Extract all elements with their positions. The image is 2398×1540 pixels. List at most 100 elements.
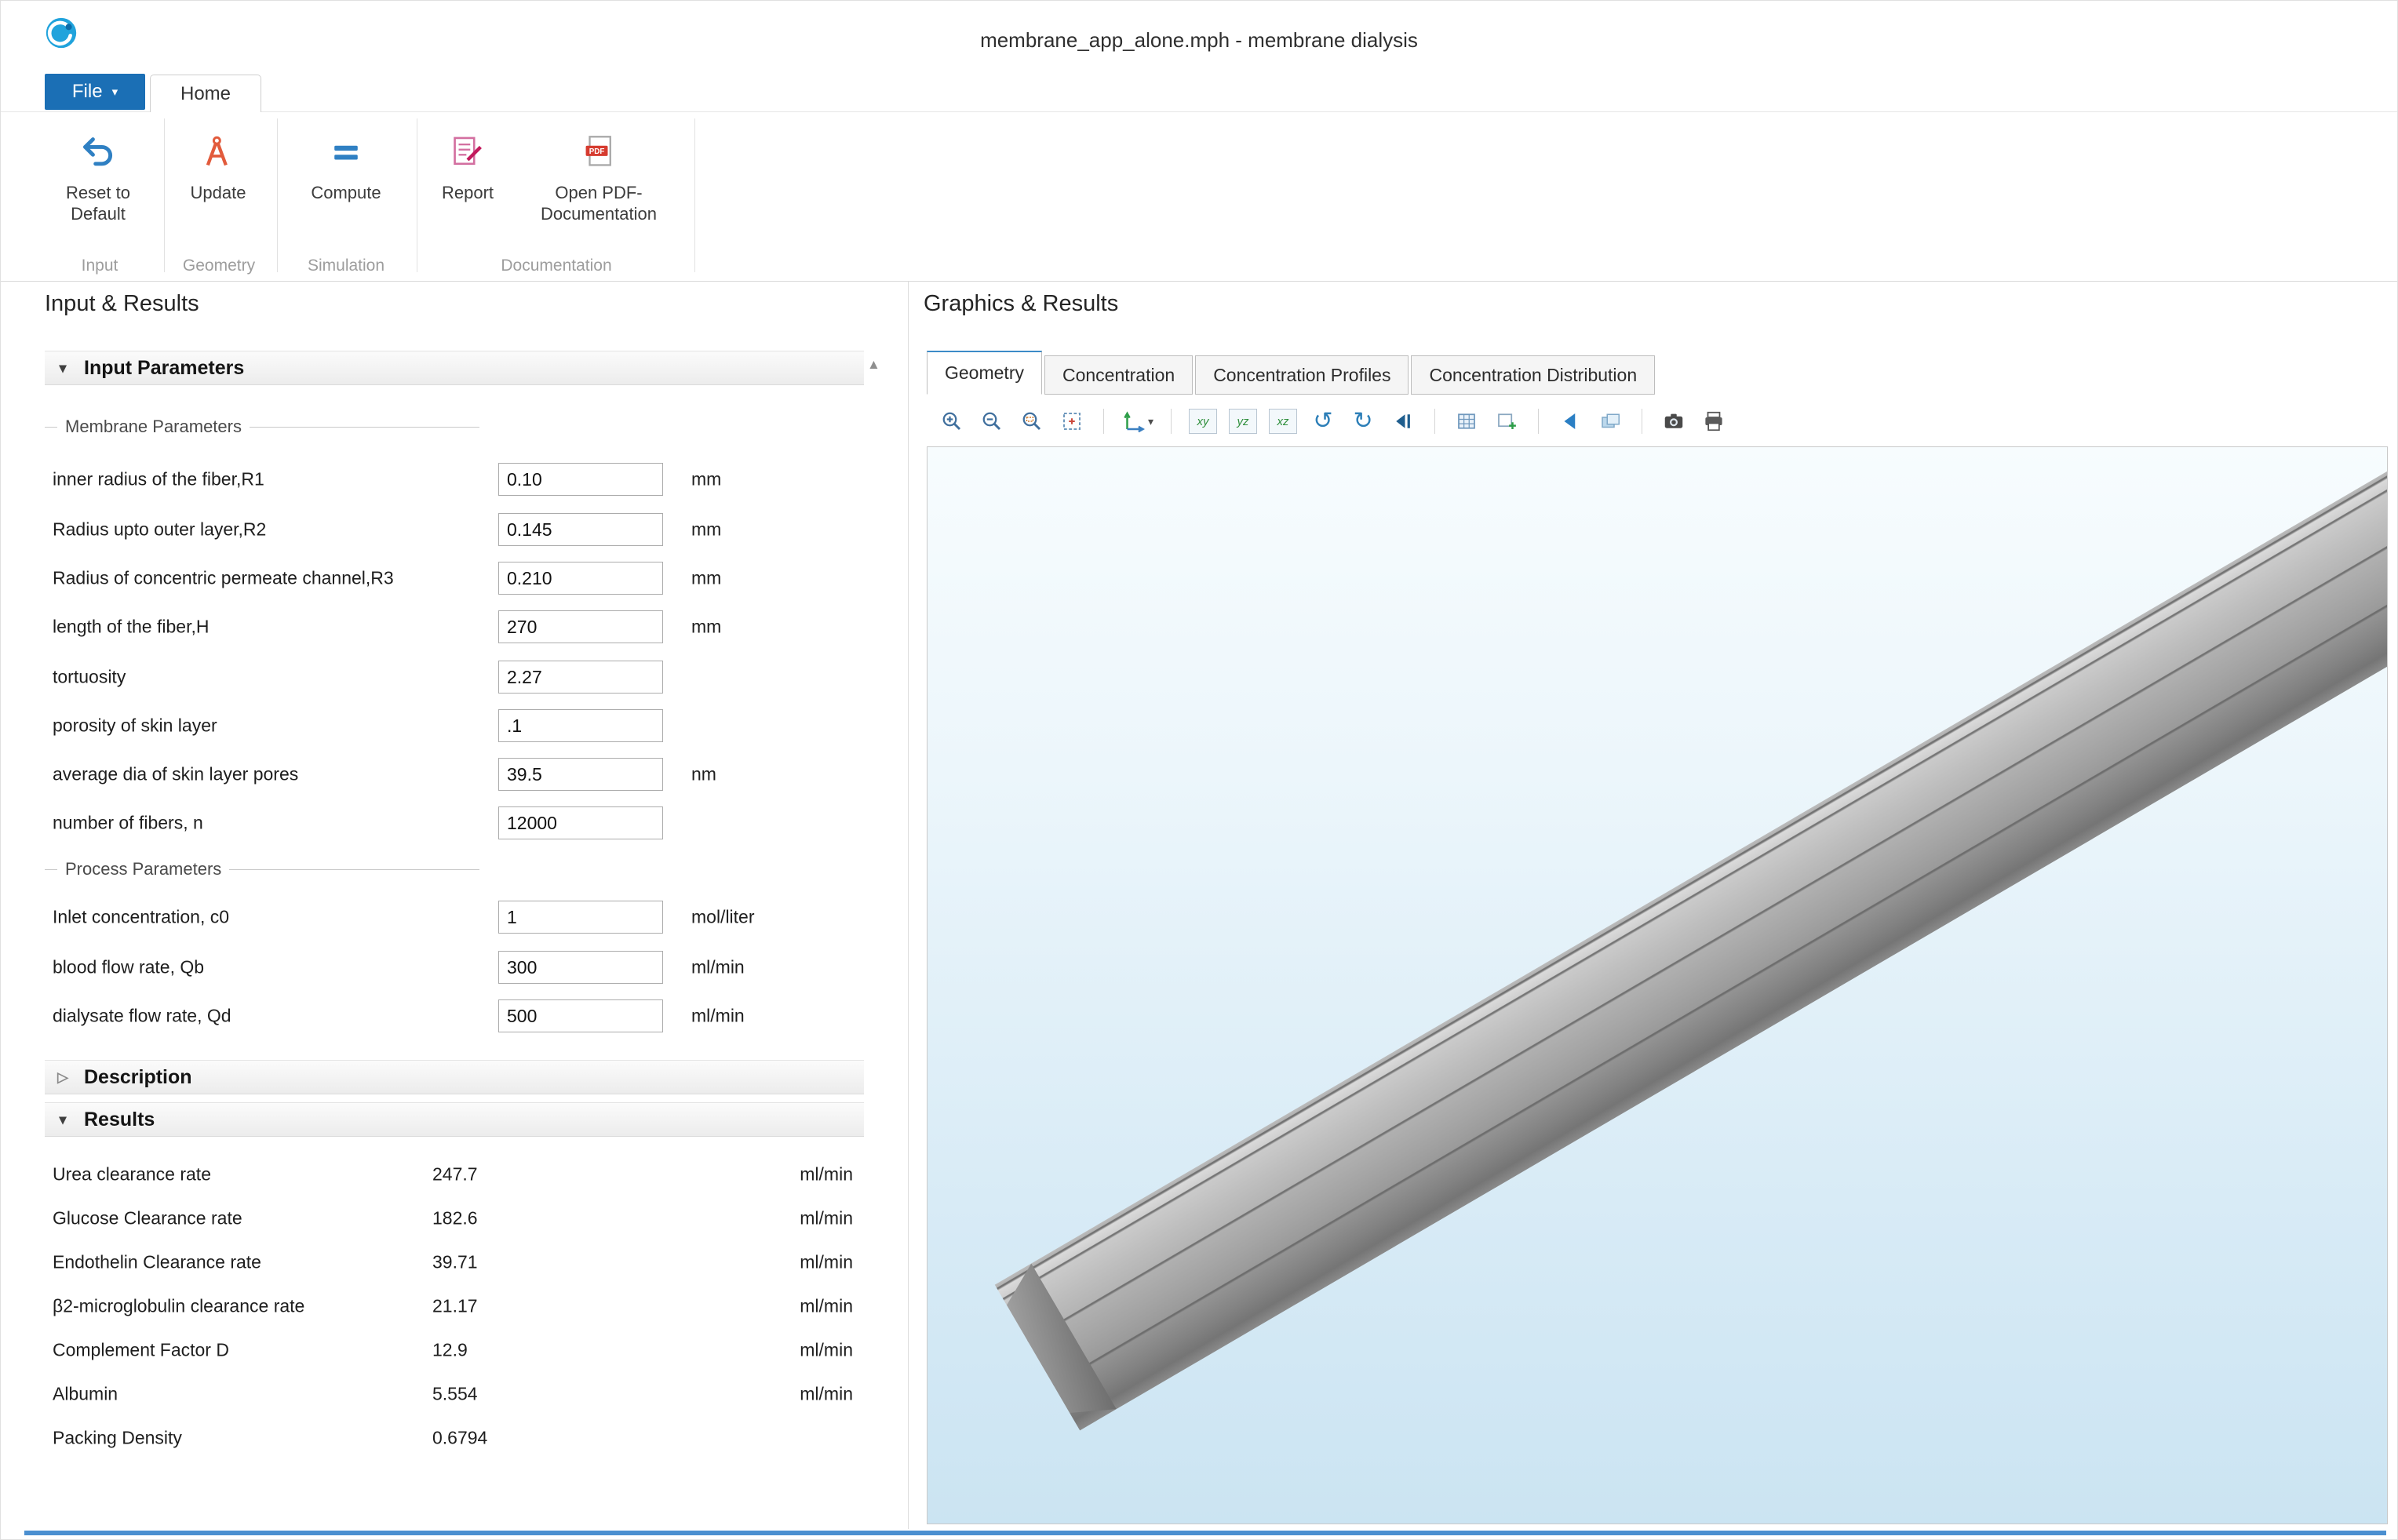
- param-row: Inlet concentration, c0 mol/liter: [1, 892, 905, 942]
- view-front-icon[interactable]: [1389, 407, 1417, 435]
- result-row: Albumin 5.554 ml/min: [1, 1372, 905, 1416]
- tab-concentration-distribution[interactable]: Concentration Distribution: [1411, 355, 1655, 395]
- ribbon-group-geometry: Geometry: [167, 257, 271, 275]
- param-input-pore-dia[interactable]: [498, 758, 663, 791]
- window-title: membrane_app_alone.mph - membrane dialys…: [1, 1, 2397, 79]
- update-button[interactable]: Update: [170, 134, 266, 203]
- view-xy-label: xy: [1197, 415, 1209, 428]
- param-unit: nm: [691, 764, 716, 785]
- membrane-parameters-group-label: Membrane Parameters: [65, 417, 242, 437]
- right-panel-title: Graphics & Results: [924, 291, 1118, 317]
- graphics-canvas[interactable]: [927, 446, 2388, 1524]
- param-unit: ml/min: [691, 1006, 745, 1027]
- svg-text:PDF: PDF: [589, 147, 605, 156]
- param-label: blood flow rate, Qb: [53, 957, 204, 978]
- zoom-box-icon[interactable]: [1018, 407, 1046, 435]
- section-header-results[interactable]: ▾ Results: [45, 1102, 864, 1137]
- title-bar: membrane_app_alone.mph - membrane dialys…: [1, 1, 2397, 71]
- param-input-qd[interactable]: [498, 999, 663, 1032]
- result-label: β2-microglobulin clearance rate: [53, 1296, 304, 1317]
- param-row: average dia of skin layer pores nm: [1, 749, 905, 799]
- param-input-qb[interactable]: [498, 951, 663, 984]
- section-header-input-parameters[interactable]: ▾ Input Parameters: [45, 351, 864, 385]
- param-row: Radius upto outer layer,R2 mm: [1, 504, 905, 555]
- view-yz-label: yz: [1237, 415, 1249, 428]
- zoom-in-icon[interactable]: [938, 407, 966, 435]
- group-rule: [45, 869, 57, 870]
- update-geometry-icon: [200, 134, 236, 174]
- param-input-porosity[interactable]: [498, 709, 663, 742]
- param-input-fibers[interactable]: [498, 806, 663, 839]
- show-grid-icon[interactable]: [1452, 407, 1481, 435]
- param-input-r3[interactable]: [498, 562, 663, 595]
- tab-concentration-profiles[interactable]: Concentration Profiles: [1195, 355, 1409, 395]
- file-menu-button[interactable]: File ▾: [45, 74, 145, 110]
- image-snapshot-icon[interactable]: [1660, 407, 1688, 435]
- result-label: Albumin: [53, 1384, 118, 1405]
- open-pdf-documentation-button[interactable]: PDF Open PDF-Documentation: [520, 134, 677, 224]
- transparency-icon[interactable]: [1596, 407, 1624, 435]
- ribbon-tab-row: File ▾ Home: [1, 71, 2397, 112]
- tab-concentration[interactable]: Concentration: [1044, 355, 1193, 395]
- tab-concentration-distribution-label: Concentration Distribution: [1429, 365, 1637, 386]
- rotate-counterclockwise-icon[interactable]: ↺: [1309, 407, 1337, 435]
- param-row: Radius of concentric permeate channel,R3…: [1, 553, 905, 603]
- section-header-description[interactable]: ▷ Description: [45, 1060, 864, 1094]
- param-unit: mol/liter: [691, 907, 755, 928]
- view-yz-icon[interactable]: yz: [1229, 409, 1257, 434]
- tab-concentration-profiles-label: Concentration Profiles: [1213, 365, 1390, 386]
- tab-concentration-label: Concentration: [1062, 365, 1175, 386]
- ribbon: Reset to Default Update Compute: [1, 112, 2397, 282]
- scene-light-icon[interactable]: [1556, 407, 1584, 435]
- description-header-label: Description: [84, 1066, 192, 1089]
- rotate-clockwise-icon[interactable]: ↻: [1349, 407, 1377, 435]
- result-unit: ml/min: [696, 1340, 853, 1361]
- add-plot-window-icon[interactable]: [1492, 407, 1521, 435]
- collapse-triangle-icon: ▾: [54, 360, 71, 377]
- param-label: number of fibers, n: [53, 813, 203, 834]
- app-window: membrane_app_alone.mph - membrane dialys…: [0, 0, 2398, 1540]
- print-icon[interactable]: [1700, 407, 1728, 435]
- pdf-icon: PDF: [581, 134, 617, 174]
- result-row: Endothelin Clearance rate 39.71 ml/min: [1, 1240, 905, 1284]
- tab-geometry[interactable]: Geometry: [927, 351, 1042, 395]
- toolbar-separator: [1103, 409, 1104, 434]
- view-xz-icon[interactable]: xz: [1269, 409, 1297, 434]
- results-header-label: Results: [84, 1109, 155, 1131]
- param-unit: mm: [691, 519, 721, 541]
- param-input-r1[interactable]: [498, 463, 663, 496]
- param-unit: ml/min: [691, 957, 745, 978]
- param-unit: mm: [691, 568, 721, 589]
- collapse-triangle-icon: ▾: [54, 1112, 71, 1128]
- file-caret-icon: ▾: [112, 86, 118, 98]
- zoom-extents-icon[interactable]: [1058, 407, 1086, 435]
- toolbar-separator: [1171, 409, 1172, 434]
- param-input-tortuosity[interactable]: [498, 661, 663, 694]
- result-row: Packing Density 0.6794: [1, 1416, 905, 1460]
- result-value: 5.554: [432, 1384, 478, 1405]
- ribbon-divider: [164, 118, 165, 272]
- report-button[interactable]: Report: [425, 134, 511, 203]
- param-row: dialysate flow rate, Qd ml/min: [1, 991, 905, 1041]
- group-rule: [229, 869, 479, 870]
- param-label: Radius of concentric permeate channel,R3: [53, 568, 394, 589]
- expand-triangle-icon: ▷: [54, 1069, 71, 1086]
- param-row: porosity of skin layer: [1, 701, 905, 751]
- param-input-c0[interactable]: [498, 901, 663, 934]
- result-label: Packing Density: [53, 1428, 182, 1449]
- compute-button[interactable]: Compute: [290, 134, 403, 203]
- reset-to-default-button[interactable]: Reset to Default: [45, 134, 151, 224]
- param-input-h[interactable]: [498, 610, 663, 643]
- ribbon-group-documentation: Documentation: [423, 257, 690, 275]
- panel-splitter[interactable]: [908, 282, 909, 1529]
- result-unit: ml/min: [696, 1384, 853, 1405]
- param-label: average dia of skin layer pores: [53, 764, 298, 785]
- zoom-out-icon[interactable]: [978, 407, 1006, 435]
- view-xy-icon[interactable]: xy: [1189, 409, 1217, 434]
- param-input-r2[interactable]: [498, 513, 663, 546]
- result-value: 12.9: [432, 1340, 468, 1361]
- tab-home[interactable]: Home: [150, 75, 261, 112]
- scroll-up-arrow-icon[interactable]: ▲: [867, 357, 880, 373]
- ribbon-group-simulation: Simulation: [283, 257, 409, 275]
- go-to-default-view-button[interactable]: ▾: [1121, 410, 1153, 433]
